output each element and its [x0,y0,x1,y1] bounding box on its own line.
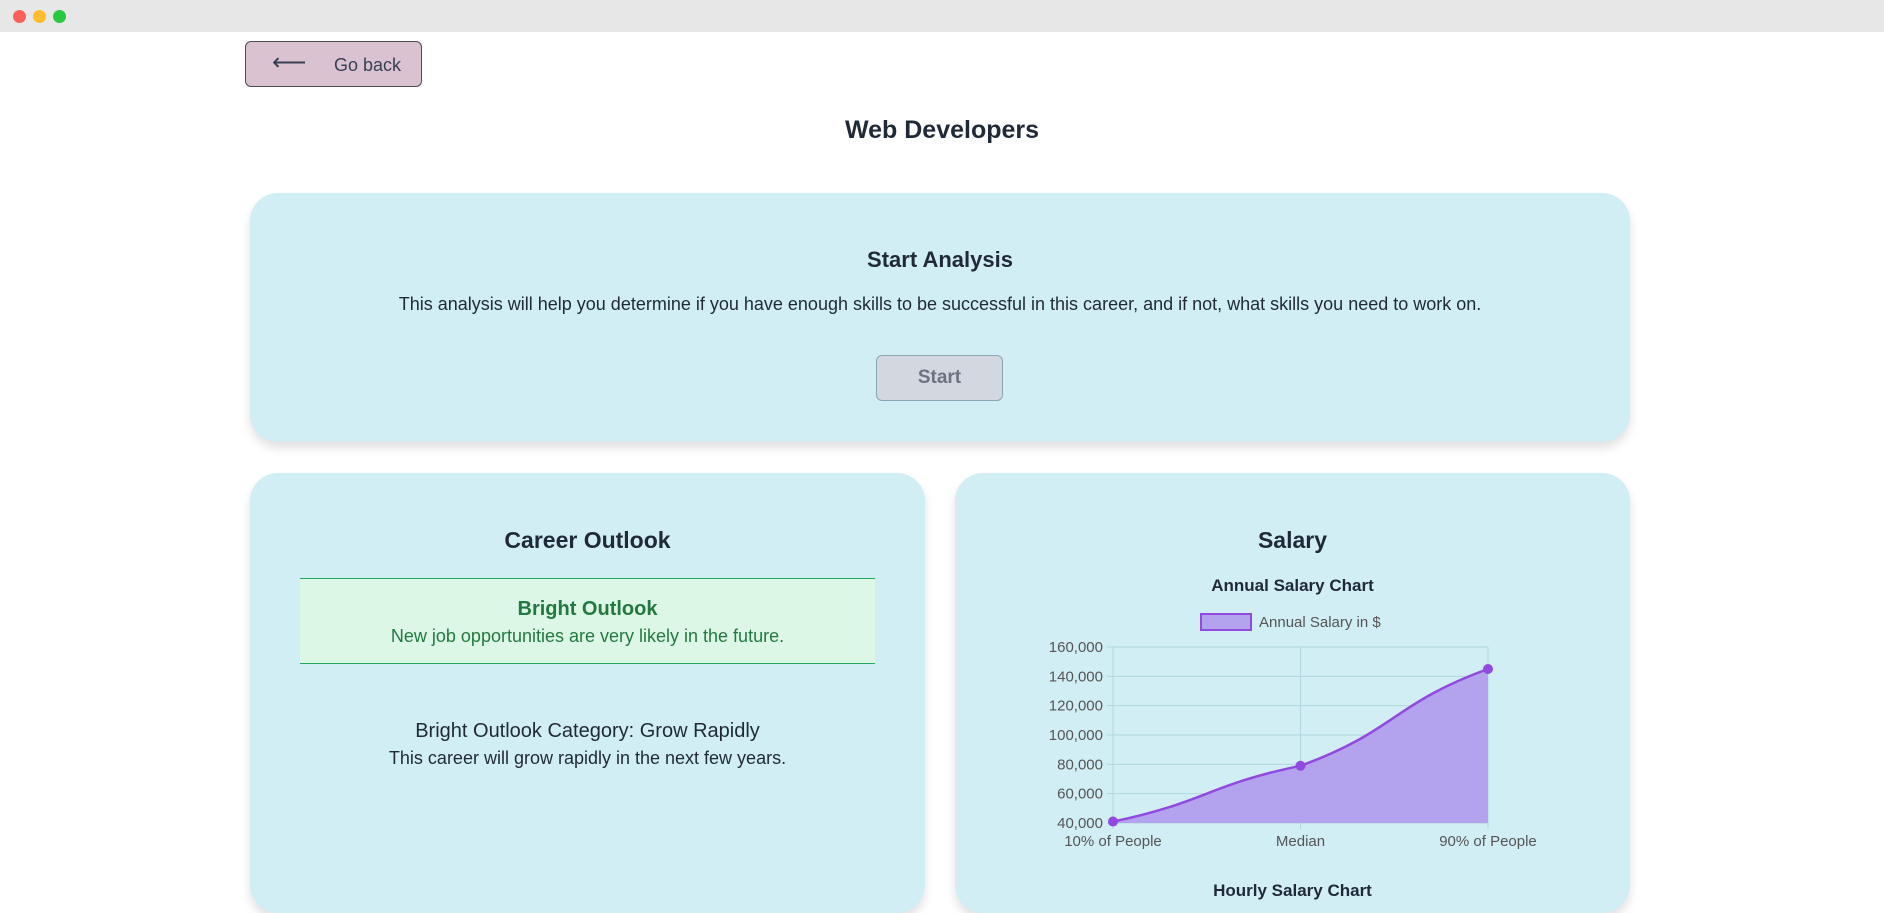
annual-salary-chart: 40,000 60,000 80,000 100,000 120,000 140,000 1… [1049,613,1537,850]
y-tick-label: 100,000 [1049,727,1103,744]
page-title: Web Developers [844,116,1040,144]
window-titlebar [0,0,1884,32]
maximize-window-icon[interactable] [53,10,66,23]
career-outlook-title: Career Outlook [504,527,671,553]
legend-swatch [1200,613,1252,631]
outlook-category-description: This career will grow rapidly in the nex… [388,748,787,768]
annual-salary-chart-title: Annual Salary Chart [1211,576,1374,595]
hourly-salary-chart-title: Hourly Salary Chart [1213,881,1372,900]
y-tick-label: 80,000 [1057,756,1103,773]
go-back-button[interactable]: ⟵ Go back [245,41,422,87]
y-tick-label: 60,000 [1057,786,1103,803]
y-tick-label: 120,000 [1049,698,1103,715]
data-point [1295,760,1306,771]
minimize-window-icon[interactable] [33,10,46,23]
y-tick-label: 40,000 [1057,815,1103,832]
start-button[interactable]: Start [876,355,1003,401]
bright-outlook-description: New job opportunities are very likely in… [390,626,785,646]
analysis-description: This analysis will help you determine if… [398,294,1482,314]
salary-card: Salary Annual Salary Chart 40,000 60,000 8… [955,473,1630,913]
y-tick-label: 140,000 [1049,668,1103,685]
legend-label: Annual Salary in $ [1259,614,1381,631]
data-point [1483,664,1493,674]
y-tick-label: 160,000 [1049,639,1103,656]
data-point [1108,816,1118,827]
analysis-title: Start Analysis [867,247,1013,272]
bright-outlook-title: Bright Outlook [517,598,658,620]
salary-title: Salary [1257,527,1328,553]
go-back-label: Go back [334,55,402,75]
start-analysis-card: Start Analysis This analysis will help y… [250,193,1630,442]
x-tick-label: 10% of People [1064,833,1162,850]
career-outlook-card: Career Outlook Bright Outlook New job op… [250,473,925,913]
x-tick-label: Median [1276,833,1325,850]
arrow-left-icon: ⟵ [272,49,307,76]
bright-outlook-banner: Bright Outlook New job opportunities are… [300,578,875,664]
close-window-icon[interactable] [13,10,26,23]
x-tick-label: 90% of People [1439,833,1537,850]
outlook-category: Bright Outlook Category: Grow Rapidly [415,720,760,742]
